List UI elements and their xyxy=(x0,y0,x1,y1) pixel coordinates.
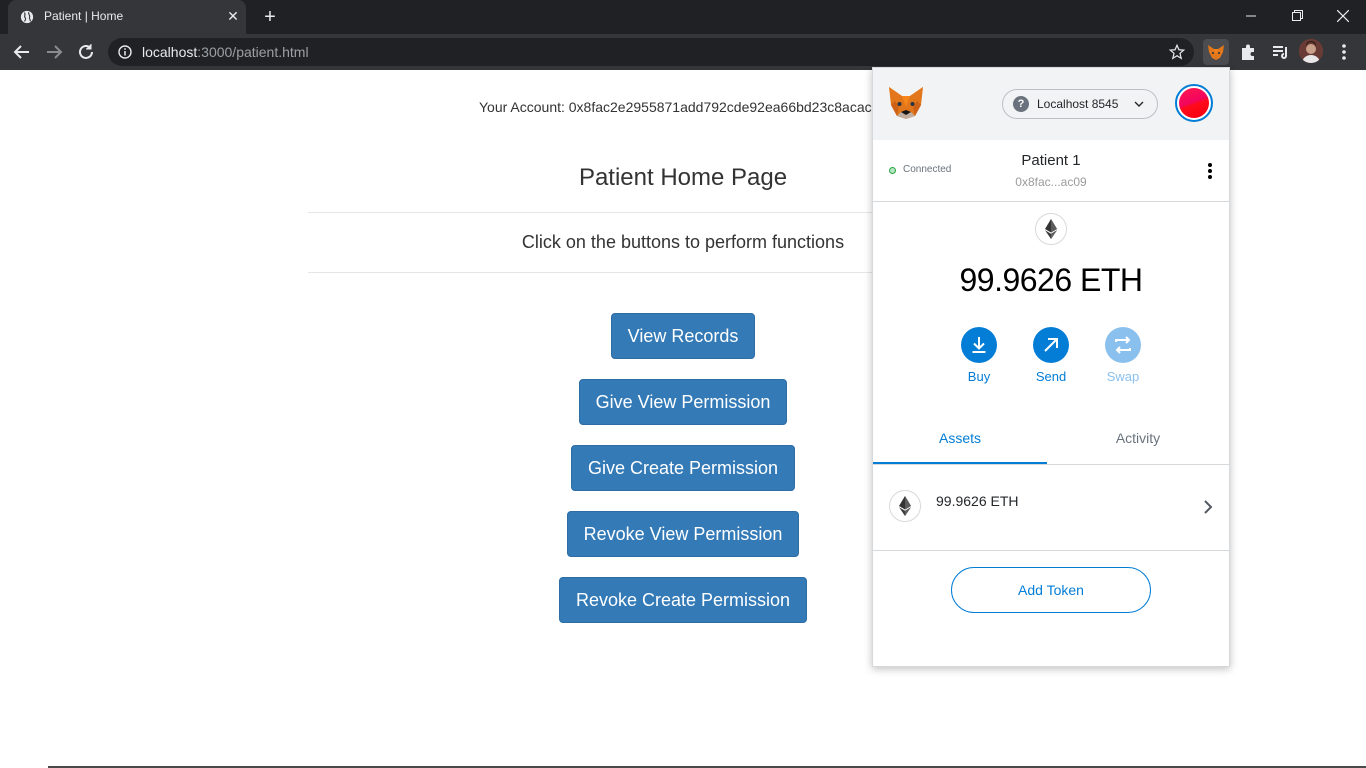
close-window-button[interactable] xyxy=(1320,0,1366,30)
network-selector[interactable]: ? Localhost 8545 xyxy=(1002,89,1158,119)
metamask-extension-button[interactable] xyxy=(1203,39,1229,65)
ethereum-icon xyxy=(1045,219,1057,239)
browser-toolbar: localhost:3000/patient.html xyxy=(0,34,1366,70)
identicon xyxy=(1179,88,1209,118)
media-queue-icon[interactable] xyxy=(1267,39,1293,65)
give-view-permission-button[interactable]: Give View Permission xyxy=(579,379,787,425)
arrow-up-right-icon xyxy=(1044,338,1058,352)
ethereum-icon xyxy=(899,496,911,516)
profile-avatar[interactable] xyxy=(1299,39,1323,63)
metamask-header: ? Localhost 8545 xyxy=(873,68,1229,140)
chevron-down-icon xyxy=(1134,101,1144,107)
extensions-puzzle-icon[interactable] xyxy=(1235,39,1261,65)
asset-row-eth[interactable]: 99.9626 ETH xyxy=(873,465,1229,551)
kebab-menu-icon[interactable] xyxy=(1203,162,1217,180)
fox-icon xyxy=(1208,45,1224,60)
new-tab-button[interactable]: + xyxy=(260,7,280,27)
revoke-view-permission-button[interactable]: Revoke View Permission xyxy=(567,511,799,557)
network-label: Localhost 8545 xyxy=(1037,97,1119,111)
swap-button[interactable]: Swap xyxy=(1093,327,1153,384)
account-name[interactable]: Patient 1 xyxy=(973,152,1129,169)
download-icon xyxy=(972,337,986,353)
forward-arrow-icon[interactable] xyxy=(42,40,66,64)
revoke-create-permission-button[interactable]: Revoke Create Permission xyxy=(559,577,807,623)
account-bar: Connected Patient 1 0x8fac...ac09 xyxy=(873,140,1229,202)
url-text[interactable]: localhost:3000/patient.html xyxy=(142,44,309,60)
connection-status[interactable]: Connected xyxy=(903,164,951,175)
give-create-permission-button[interactable]: Give Create Permission xyxy=(571,445,795,491)
send-circle xyxy=(1033,327,1069,363)
browser-tab[interactable]: Patient | Home ✕ xyxy=(8,0,246,34)
buy-circle xyxy=(961,327,997,363)
metamask-popup: ? Localhost 8545 Connected Patient 1 0x8… xyxy=(872,67,1230,667)
url-path: :3000/patient.html xyxy=(197,44,309,60)
view-records-button[interactable]: View Records xyxy=(611,313,755,359)
send-button[interactable]: Send xyxy=(1021,327,1081,384)
chrome-menu-icon[interactable] xyxy=(1331,39,1357,65)
tab-activity[interactable]: Activity xyxy=(1051,420,1225,464)
swap-arrows-icon xyxy=(1115,336,1131,354)
swap-label: Swap xyxy=(1106,369,1140,384)
eth-logo xyxy=(1035,213,1067,245)
globe-icon xyxy=(20,10,34,24)
buy-label: Buy xyxy=(967,369,991,384)
account-address-text: Your Account: 0x8fac2e2955871add792cde92… xyxy=(479,99,872,115)
account-avatar[interactable] xyxy=(1175,84,1213,122)
add-token-button[interactable]: Add Token xyxy=(951,567,1151,613)
minimize-icon xyxy=(1246,15,1256,17)
metamask-fox-logo xyxy=(889,87,923,119)
metamask-tabs: Assets Activity xyxy=(873,420,1229,465)
send-label: Send xyxy=(1035,369,1067,384)
tab-title: Patient | Home xyxy=(44,9,124,23)
tab-close-icon[interactable]: ✕ xyxy=(224,7,242,25)
buy-button[interactable]: Buy xyxy=(949,327,1009,384)
tab-assets[interactable]: Assets xyxy=(873,420,1047,464)
restore-icon xyxy=(1291,10,1303,22)
swap-circle xyxy=(1105,327,1141,363)
restore-button[interactable] xyxy=(1274,0,1320,30)
chevron-right-icon xyxy=(1204,500,1213,514)
question-icon: ? xyxy=(1013,96,1029,112)
connected-dot-icon xyxy=(889,167,896,174)
profile-avatar-icon xyxy=(1299,39,1323,63)
eth-balance: 99.9626 ETH xyxy=(959,262,1143,298)
account-address[interactable]: 0x8fac...ac09 xyxy=(973,175,1129,189)
reload-icon[interactable] xyxy=(74,40,98,64)
back-arrow-icon[interactable] xyxy=(10,40,34,64)
active-tab-indicator xyxy=(873,462,1047,464)
info-icon[interactable] xyxy=(118,45,132,59)
asset-eth-logo xyxy=(889,490,921,522)
close-icon xyxy=(1336,9,1350,22)
minimize-button[interactable] xyxy=(1228,0,1274,30)
url-host: localhost xyxy=(142,44,198,60)
bookmark-star-icon[interactable] xyxy=(1168,43,1186,61)
browser-titlebar: Patient | Home ✕ + xyxy=(0,0,1366,34)
address-bar[interactable]: localhost:3000/patient.html xyxy=(108,38,1194,66)
asset-balance: 99.9626 ETH xyxy=(936,493,1019,509)
